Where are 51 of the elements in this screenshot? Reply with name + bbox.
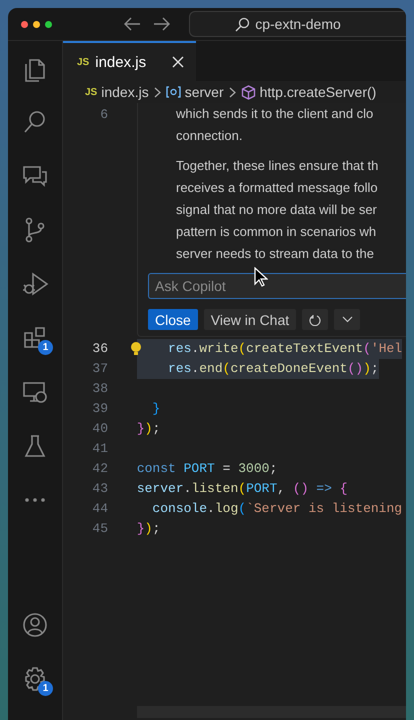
line-number: 40 <box>91 420 108 438</box>
command-center[interactable]: cp-extn-demo <box>189 11 406 37</box>
ask-input-field[interactable]: Ask Copilot <box>148 273 406 299</box>
code-line: }); <box>136 420 160 438</box>
zoom-light[interactable] <box>45 20 52 28</box>
breadcrumb-item[interactable]: server <box>166 84 224 100</box>
dropdown-button[interactable] <box>334 309 360 330</box>
chat-response-text: Together, these lines ensure that th receives a formatted message follo signal that no more data will be ser pattern is common in scenarios wh server needs to stream data to the <box>176 157 380 263</box>
code-line: const PORT = 3000; <box>136 460 278 478</box>
line-number: 43 <box>91 480 108 498</box>
count-badge: 1 <box>38 681 53 696</box>
account-icon[interactable] <box>21 611 49 639</box>
editor-tab[interactable]: JS index.js <box>63 41 196 81</box>
close-icon[interactable] <box>172 56 184 68</box>
lightbulb-icon[interactable] <box>130 341 144 357</box>
js-file-icon: JS <box>85 86 98 98</box>
variable-icon <box>166 86 181 98</box>
chevron-down-icon <box>342 316 353 323</box>
line-number: 37 <box>91 360 108 378</box>
minimize-light[interactable] <box>33 20 40 28</box>
close-light[interactable] <box>21 20 28 28</box>
code-line: server.listen(PORT, () => { <box>136 480 348 498</box>
mouse-pointer-icon <box>254 267 268 287</box>
code-line: console.log(`Server is listening <box>151 500 402 518</box>
line-number: 45 <box>91 520 108 538</box>
code-line: }); <box>136 520 160 538</box>
line-number: 41 <box>91 440 108 458</box>
chat-response-text: which sends it to the client and clo connection. <box>176 105 374 145</box>
refresh-button[interactable] <box>302 309 328 330</box>
refresh-icon <box>309 314 322 326</box>
line-number: 44 <box>91 500 108 518</box>
back-arrow-icon[interactable] <box>123 17 141 31</box>
code-line: } <box>151 400 160 418</box>
close-button[interactable]: Close <box>148 309 198 330</box>
search-icon <box>235 16 250 32</box>
forward-arrow-icon[interactable] <box>153 17 171 31</box>
line-number: 42 <box>91 460 108 478</box>
scrollbar[interactable] <box>137 706 406 718</box>
breadcrumb-item[interactable]: http.createServer() <box>240 84 376 100</box>
count-badge: 1 <box>38 340 53 355</box>
line-number: 38 <box>91 380 108 398</box>
view-in-chat-button[interactable]: View in Chat <box>204 309 296 330</box>
chevron-icon <box>228 86 236 98</box>
line-number: 6 <box>99 106 108 124</box>
js-file-icon: JS <box>77 56 90 68</box>
breadcrumb-item[interactable]: JS index.js <box>85 84 149 100</box>
chevron-icon <box>154 86 161 98</box>
cube-icon <box>240 84 256 100</box>
line-number: 39 <box>91 400 108 418</box>
line-number: 36 <box>91 340 108 358</box>
run-debug-icon[interactable] <box>21 270 49 298</box>
